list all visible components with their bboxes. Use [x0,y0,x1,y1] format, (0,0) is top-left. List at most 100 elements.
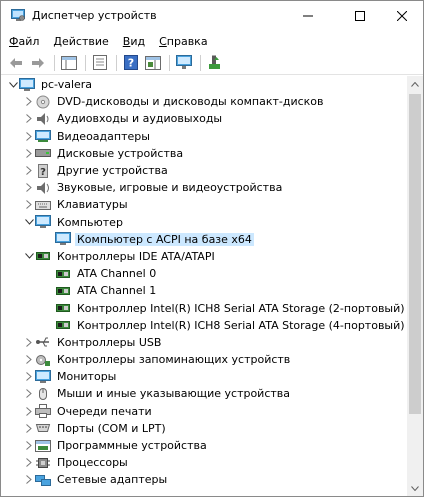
menu-view[interactable]: Вид [123,35,145,48]
tree-label: Программные устройства [57,439,207,453]
minimize-button[interactable] [285,1,331,31]
usb-icon [35,335,51,349]
collapse-arrow-icon[interactable] [23,96,35,108]
scroll-up-button[interactable] [407,76,423,92]
maximize-button[interactable] [337,1,383,31]
tree-category-ports[interactable]: Порты (COM и LPT) [1,420,407,437]
tree-category-ide-controllers[interactable]: Контроллеры IDE ATA/ATAPI [1,248,407,265]
keyboard-icon [35,198,51,212]
menu-help[interactable]: Справка [159,35,207,48]
toolbar: ? [1,51,423,75]
help-icon: ? [124,55,138,70]
collapse-arrow-icon[interactable] [23,354,35,366]
tree-device-ata-channel-0[interactable]: ATA Channel 0 [1,265,407,282]
tree-category-computer[interactable]: Компьютер [1,214,407,231]
monitor-icon [35,369,51,384]
tree-device-acpi-x64[interactable]: Компьютер с ACPI на базе x64 [1,231,407,248]
collapse-arrow-icon[interactable] [23,474,35,486]
update-driver-button[interactable] [205,53,225,73]
collapse-arrow-icon[interactable] [23,113,35,125]
properties-button[interactable] [90,53,110,73]
collapse-arrow-icon[interactable] [23,440,35,452]
menu-help-label: правка [166,34,208,48]
tree-label: Мониторы [57,370,117,384]
collapse-arrow-icon[interactable] [23,130,35,142]
tree-root-label: pc-valera [41,78,93,92]
show-hide-tree-button[interactable] [59,53,79,73]
device-manager-app-icon [11,9,25,21]
action-pane-icon [145,55,161,70]
menu-action-accel: Д [53,34,62,48]
scroll-thumb[interactable] [409,94,421,414]
tree-root-node[interactable]: pc-valera [1,76,407,93]
tree-category-mice[interactable]: Мыши и иные указывающие устройства [1,385,407,402]
menu-help-accel: С [159,34,167,48]
collapse-arrow-icon[interactable] [23,388,35,400]
ide-controller-icon [35,249,51,263]
tree-category-network-adapters[interactable]: Сетевые адаптеры [1,471,407,488]
tree-category-monitors[interactable]: Мониторы [1,368,407,385]
tree-category-print-queues[interactable]: Очереди печати [1,403,407,420]
tree-category-processors[interactable]: Процессоры [1,454,407,471]
scroll-down-button[interactable] [407,480,423,496]
tree-device-ich8-4port[interactable]: Контроллер Intel(R) ICH8 Serial ATA Stor… [1,317,407,334]
collapse-arrow-icon[interactable] [23,147,35,159]
menu-file[interactable]: Файл [9,35,39,48]
scan-hardware-button[interactable] [174,53,194,73]
collapse-arrow-icon[interactable] [23,336,35,348]
software-device-icon [35,439,51,453]
tree-label: Сетевые адаптеры [57,473,168,487]
tree-category-keyboards[interactable]: Клавиатуры [1,196,407,213]
tree-label: Другие устройства [57,164,168,178]
maximize-icon [355,11,365,21]
disk-drive-icon [35,146,51,160]
minimize-icon [303,15,313,17]
tree-label: Очереди печати [57,404,152,418]
tree-category-audio-io[interactable]: Аудиовходы и аудиовыходы [1,110,407,127]
tree-device-ata-channel-1[interactable]: ATA Channel 1 [1,282,407,299]
tree-category-disk-drives[interactable]: Дисковые устройства [1,145,407,162]
tree-category-usb[interactable]: Контроллеры USB [1,334,407,351]
action-pane-button[interactable] [143,53,163,73]
tree-category-sound[interactable]: Звуковые, игровые и видеоустройства [1,179,407,196]
forward-button[interactable] [28,53,48,73]
collapse-arrow-icon[interactable] [23,165,35,177]
toolbar-separator [169,54,170,71]
tree-category-dvd[interactable]: DVD-дисководы и дисководы компакт-дисков [1,93,407,110]
collapse-arrow-icon[interactable] [23,371,35,383]
back-button[interactable] [6,53,26,73]
tree-label: DVD-дисководы и дисководы компакт-дисков [57,95,324,109]
tree-category-other-devices[interactable]: ? Другие устройства [1,162,407,179]
collapse-arrow-icon[interactable] [23,199,35,211]
close-button[interactable] [379,1,423,31]
menu-bar: Файл Действие Вид Справка [1,31,423,51]
help-button[interactable]: ? [121,53,141,73]
printer-icon [35,404,51,419]
tree-label: Видеоадаптеры [57,129,150,143]
menu-action[interactable]: Действие [53,35,108,48]
collapse-arrow-icon[interactable] [23,422,35,434]
tree-category-software-devices[interactable]: Программные устройства [1,437,407,454]
tree-label: Аудиовходы и аудиовыходы [57,112,223,126]
tree-category-display-adapters[interactable]: Видеоадаптеры [1,128,407,145]
device-tree: pc-valera DVD-дисководы и дисководы комп… [1,76,407,496]
ide-controller-icon [55,284,71,298]
ide-controller-icon [55,267,71,281]
collapse-arrow-icon[interactable] [23,405,35,417]
tree-label: Порты (COM и LPT) [57,421,166,435]
tree-category-storage-controllers[interactable]: Контроллеры запоминающих устройств [1,351,407,368]
collapse-arrow-icon[interactable] [23,182,35,194]
vertical-scrollbar[interactable] [407,76,423,496]
toolbar-separator [85,54,86,71]
tree-label: Клавиатуры [57,198,128,212]
unknown-device-icon: ? [35,163,51,178]
expand-arrow-icon[interactable] [7,79,19,91]
svg-text:?: ? [128,57,134,70]
ide-controller-icon [55,318,71,332]
title-bar[interactable]: Диспетчер устройств [1,1,423,31]
expand-arrow-icon[interactable] [23,250,35,262]
tree-label: Процессоры [57,456,128,470]
tree-device-ich8-2port[interactable]: Контроллер Intel(R) ICH8 Serial ATA Stor… [1,299,407,316]
expand-arrow-icon[interactable] [23,216,35,228]
collapse-arrow-icon[interactable] [23,457,35,469]
